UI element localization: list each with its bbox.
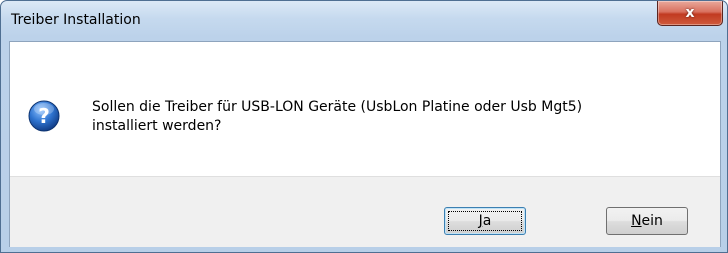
no-label-rest: ein bbox=[641, 213, 663, 229]
message-line-1: Sollen die Treiber für USB-LON Geräte (U… bbox=[92, 99, 583, 115]
no-button-label: Nein bbox=[631, 213, 663, 229]
no-button[interactable]: Nein bbox=[606, 207, 688, 235]
close-icon: x bbox=[685, 5, 695, 21]
question-icon: ? bbox=[28, 100, 60, 132]
no-mnemonic: N bbox=[631, 213, 642, 229]
button-bar: Ja Nein bbox=[10, 176, 720, 247]
message-area: ? Sollen die Treiber für USB-LON Geräte … bbox=[10, 42, 720, 176]
yes-label-rest: a bbox=[482, 213, 492, 229]
dialog-client-area: ? Sollen die Treiber für USB-LON Geräte … bbox=[9, 41, 721, 247]
yes-button[interactable]: Ja bbox=[444, 207, 526, 235]
dialog-window: Treiber Installation x ? Sollen die Trei… bbox=[0, 0, 728, 253]
svg-text:?: ? bbox=[38, 104, 50, 128]
yes-button-label: Ja bbox=[479, 213, 492, 229]
message-line-2: installiert werden? bbox=[92, 118, 222, 134]
window-title: Treiber Installation bbox=[11, 12, 141, 28]
title-bar[interactable]: Treiber Installation x bbox=[1, 1, 727, 39]
close-button[interactable]: x bbox=[657, 1, 723, 26]
dialog-message: Sollen die Treiber für USB-LON Geräte (U… bbox=[92, 98, 692, 136]
